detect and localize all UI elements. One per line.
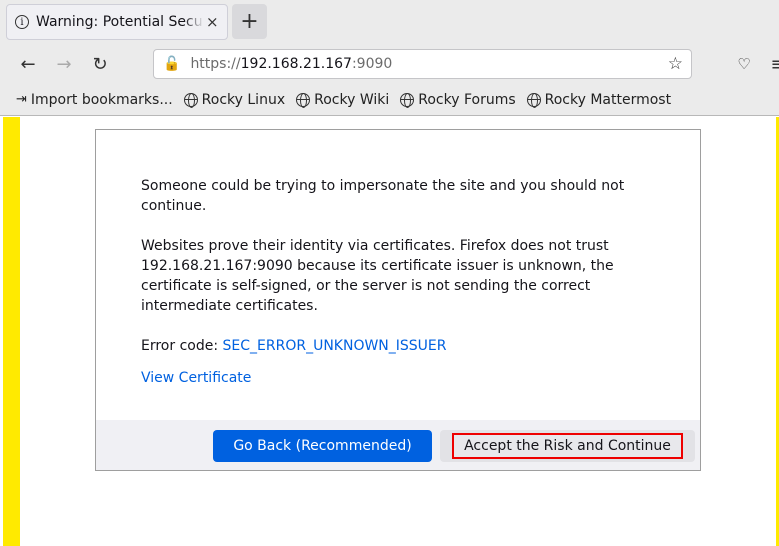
side-band-left <box>3 117 20 546</box>
url-text: https://192.168.21.167:9090 <box>190 56 393 72</box>
menu-icon[interactable]: ≡ <box>766 52 779 76</box>
bookmark-rocky-mattermost[interactable]: Rocky Mattermost <box>526 92 671 108</box>
close-icon[interactable]: × <box>206 13 219 31</box>
bookmark-rocky-forums[interactable]: Rocky Forums <box>400 92 516 108</box>
globe-icon <box>183 92 198 108</box>
globe-icon <box>526 92 541 108</box>
globe-icon <box>296 92 311 108</box>
error-code-link[interactable]: SEC_ERROR_UNKNOWN_ISSUER <box>223 338 447 354</box>
bookmark-rocky-linux[interactable]: Rocky Linux <box>183 92 285 108</box>
new-tab-button[interactable]: + <box>232 4 267 39</box>
back-icon[interactable]: ← <box>16 52 40 76</box>
button-bar: Go Back (Recommended) Accept the Risk an… <box>96 420 700 470</box>
info-icon: i <box>15 15 29 29</box>
tab-title: Warning: Potential Security Risk Ahead <box>36 14 204 30</box>
url-bar[interactable]: 🔓 https://192.168.21.167:9090 ☆ <box>153 49 692 79</box>
explanation-text: Websites prove their identity via certif… <box>141 238 614 314</box>
bookmark-rocky-wiki[interactable]: Rocky Wiki <box>296 92 389 108</box>
insecure-lock-icon[interactable]: 🔓 <box>163 56 180 72</box>
reload-icon[interactable]: ↻ <box>88 52 112 76</box>
accept-risk-button[interactable]: Accept the Risk and Continue <box>440 430 695 462</box>
tab-strip: i Warning: Potential Security Risk Ahead… <box>0 0 779 44</box>
pocket-icon[interactable]: ♡ <box>732 52 756 76</box>
tab-security-warning[interactable]: i Warning: Potential Security Risk Ahead… <box>6 4 228 40</box>
import-icon: ⇥ <box>16 92 27 107</box>
forward-icon[interactable]: → <box>52 52 76 76</box>
bookmark-import[interactable]: ⇥ Import bookmarks... <box>16 92 173 108</box>
go-back-button[interactable]: Go Back (Recommended) <box>213 430 432 462</box>
bookmark-star-icon[interactable]: ☆ <box>668 54 683 74</box>
error-code-line: Error code: SEC_ERROR_UNKNOWN_ISSUER <box>141 338 447 354</box>
globe-icon <box>400 92 415 108</box>
view-certificate-link[interactable]: View Certificate <box>141 370 251 386</box>
bookmarks-toolbar: ⇥ Import bookmarks... Rocky Linux Rocky W… <box>0 84 779 116</box>
nav-toolbar: ← → ↻ 🔓 https://192.168.21.167:9090 ☆ ♡ … <box>0 44 779 84</box>
intro-text: Someone could be trying to impersonate t… <box>141 178 625 214</box>
advanced-panel: Someone could be trying to impersonate t… <box>95 129 701 471</box>
